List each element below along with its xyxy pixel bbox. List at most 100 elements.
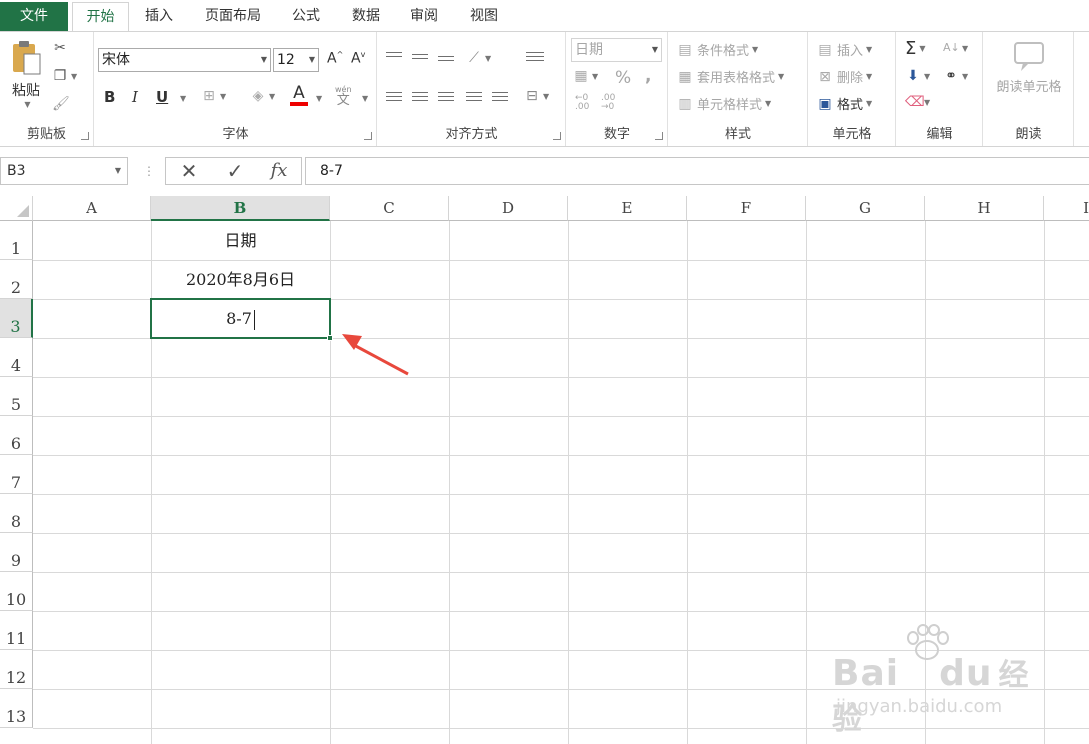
- group-label: 剪贴板: [26, 127, 66, 142]
- font-color-button[interactable]: A: [290, 84, 308, 106]
- insert-cells-button[interactable]: ▤ 插入 ▼: [817, 40, 872, 60]
- row-header-9[interactable]: 9: [0, 533, 33, 572]
- shrink-font-button[interactable]: Av: [351, 50, 365, 67]
- active-cell-b3[interactable]: 8-7: [150, 298, 333, 341]
- dialog-launcher-icon[interactable]: [655, 132, 663, 140]
- read-cells-button[interactable]: 朗读单元格: [988, 40, 1070, 95]
- text-cursor: [253, 309, 255, 330]
- chevron-down-icon: ▼: [962, 71, 969, 81]
- increase-indent-icon[interactable]: [492, 92, 508, 104]
- conditional-format-icon: ▤: [678, 41, 692, 58]
- format-painter-button[interactable]: 🖌: [52, 96, 70, 112]
- row-header-13[interactable]: 13: [0, 689, 33, 728]
- row-header-12[interactable]: 12: [0, 650, 33, 689]
- decrease-decimal-button[interactable]: .00 →0: [601, 94, 615, 112]
- row-header-4[interactable]: 4: [0, 338, 33, 377]
- conditional-formatting-button[interactable]: ▤ 条件格式 ▼: [677, 40, 758, 60]
- select-all-button[interactable]: [0, 196, 33, 221]
- cell-b1[interactable]: 日期: [151, 221, 330, 260]
- cell-styles-button[interactable]: ▥ 单元格样式 ▼: [677, 94, 771, 114]
- chevron-down-icon[interactable]: ▼: [362, 94, 368, 103]
- paste-button[interactable]: 粘贴 ▼: [6, 38, 46, 109]
- dialog-launcher-icon[interactable]: [364, 132, 372, 140]
- increase-decimal-icon: ←0.00: [575, 93, 590, 112]
- active-cell-editor[interactable]: 8-7: [152, 300, 329, 337]
- tab-view[interactable]: 视图: [458, 2, 510, 32]
- tab-file[interactable]: 文件: [0, 2, 68, 32]
- formula-bar-grip-icon[interactable]: ⋮: [143, 164, 155, 178]
- row-header-6[interactable]: 6: [0, 416, 33, 455]
- row-header-10[interactable]: 10: [0, 572, 33, 611]
- clear-button[interactable]: ⌫ ▼: [905, 94, 930, 110]
- number-format-select[interactable]: 日期 ▼: [571, 38, 662, 62]
- percent-button[interactable]: %: [615, 68, 631, 88]
- cancel-entry-button[interactable]: ✕: [172, 158, 206, 184]
- column-header-f[interactable]: F: [687, 196, 806, 221]
- cut-button[interactable]: ✂: [52, 40, 68, 56]
- column-header-a[interactable]: A: [33, 196, 151, 221]
- increase-decimal-button[interactable]: ←0.00: [575, 94, 589, 112]
- row-header-8[interactable]: 8: [0, 494, 33, 533]
- font-name-select[interactable]: 宋体 ▼: [98, 48, 271, 72]
- dialog-launcher-icon[interactable]: [553, 132, 561, 140]
- row-header-2[interactable]: 2: [0, 260, 33, 299]
- decrease-indent-icon[interactable]: [466, 92, 482, 104]
- column-header-g[interactable]: G: [806, 196, 925, 221]
- name-box[interactable]: B3 ▼: [0, 157, 128, 185]
- formula-input[interactable]: 8-7: [305, 157, 1089, 185]
- sort-filter-button[interactable]: A↓ ▼: [943, 40, 968, 56]
- row-header-7[interactable]: 7: [0, 455, 33, 494]
- align-bottom-icon[interactable]: [438, 56, 454, 68]
- chevron-down-icon[interactable]: ▼: [180, 94, 186, 103]
- tab-formulas[interactable]: 公式: [280, 2, 332, 32]
- align-right-icon[interactable]: [438, 92, 454, 104]
- tab-home[interactable]: 开始: [72, 2, 129, 32]
- align-middle-icon[interactable]: [412, 54, 428, 66]
- close-icon: ✕: [180, 159, 198, 183]
- underline-button[interactable]: U: [156, 88, 168, 106]
- fill-color-button[interactable]: ◈ ▼: [250, 88, 276, 104]
- align-left-icon[interactable]: [386, 92, 402, 104]
- fill-button[interactable]: ⬇ ▼: [905, 68, 930, 84]
- accounting-format-button[interactable]: ▦ ▼: [573, 68, 598, 84]
- find-select-button[interactable]: ⚭ ▼: [943, 68, 968, 84]
- row-header-5[interactable]: 5: [0, 377, 33, 416]
- align-center-icon[interactable]: [412, 92, 428, 104]
- enter-button[interactable]: ✓: [218, 158, 252, 184]
- table-style-icon: ▦: [678, 68, 692, 85]
- group-alignment: ⟋ ▼ ⊟ ▼ 对齐方式: [378, 32, 566, 146]
- grow-font-button[interactable]: A^: [327, 50, 343, 67]
- orientation-button[interactable]: ⟋ ▼: [466, 50, 491, 66]
- tab-data[interactable]: 数据: [340, 2, 392, 32]
- column-header-h[interactable]: H: [925, 196, 1044, 221]
- phonetic-button[interactable]: wén 文: [335, 84, 352, 107]
- row-header-1[interactable]: 1: [0, 221, 33, 260]
- borders-button[interactable]: ⊞ ▼: [201, 88, 226, 104]
- format-as-table-button[interactable]: ▦ 套用表格格式 ▼: [677, 67, 784, 87]
- format-cells-button[interactable]: ▣ 格式 ▼: [817, 94, 872, 114]
- chevron-down-icon[interactable]: ▼: [316, 94, 322, 103]
- autosum-button[interactable]: Σ ▼: [905, 38, 926, 59]
- italic-button[interactable]: I: [132, 88, 138, 106]
- tab-page-layout[interactable]: 页面布局: [195, 2, 271, 32]
- wrap-text-icon[interactable]: [526, 52, 544, 64]
- column-header-c[interactable]: C: [330, 196, 449, 221]
- cell-b2[interactable]: 2020年8月6日: [151, 260, 330, 299]
- copy-button[interactable]: ❐ ▼: [52, 68, 77, 84]
- column-header-d[interactable]: D: [449, 196, 568, 221]
- column-header-e[interactable]: E: [568, 196, 687, 221]
- column-header-b[interactable]: B: [151, 196, 330, 221]
- delete-cells-button[interactable]: ⊠ 删除 ▼: [817, 67, 872, 87]
- insert-function-button[interactable]: fx: [262, 158, 296, 184]
- dialog-launcher-icon[interactable]: [81, 132, 89, 140]
- row-header-11[interactable]: 11: [0, 611, 33, 650]
- tab-insert[interactable]: 插入: [133, 2, 185, 32]
- column-header-i[interactable]: I: [1044, 196, 1089, 221]
- font-size-select[interactable]: 12 ▼: [273, 48, 319, 72]
- bold-button[interactable]: B: [104, 88, 115, 106]
- row-header-3[interactable]: 3: [0, 299, 33, 338]
- comma-button[interactable]: ,: [645, 66, 651, 86]
- align-top-icon[interactable]: [386, 52, 402, 64]
- merge-center-button[interactable]: ⊟ ▼: [524, 88, 549, 104]
- tab-review[interactable]: 审阅: [398, 2, 450, 32]
